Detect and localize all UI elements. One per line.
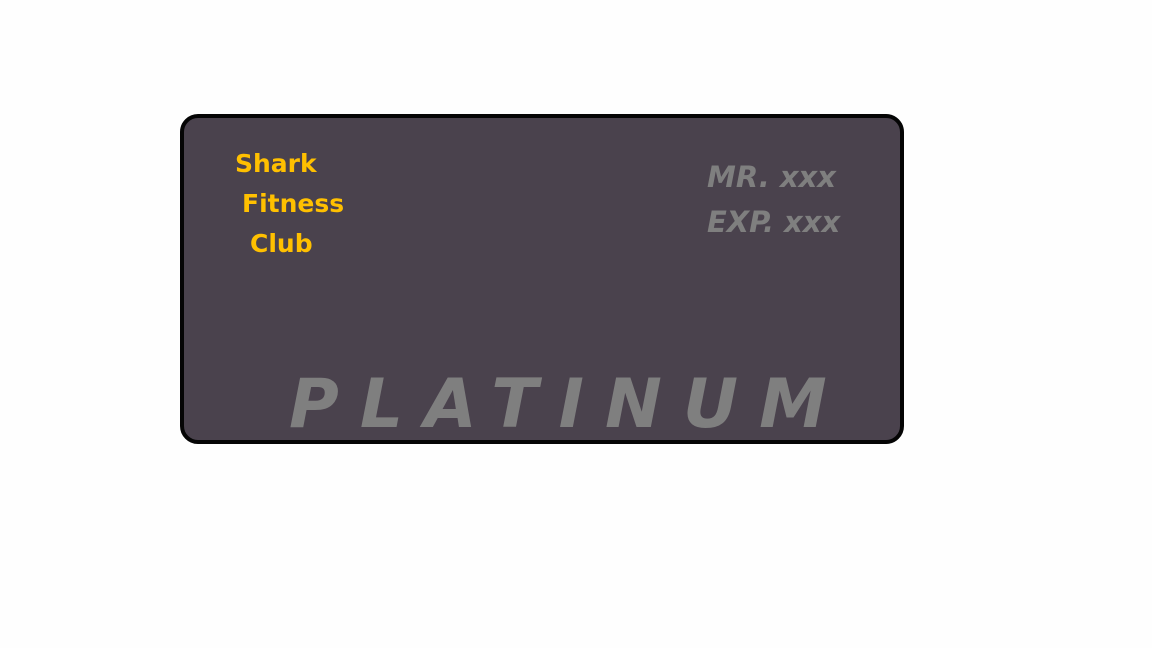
club-name-line-3: Club	[250, 229, 313, 258]
card-expiry: EXP. xxx	[707, 205, 841, 239]
club-name-line-2: Fitness	[242, 189, 345, 218]
card-holder-name: MR. xxx	[707, 160, 836, 194]
membership-card: Shark Fitness Club MR. xxx EXP. xxx PLAT…	[180, 114, 904, 444]
membership-tier: PLATINUM	[289, 365, 848, 444]
club-name-line-1: Shark	[235, 149, 317, 178]
